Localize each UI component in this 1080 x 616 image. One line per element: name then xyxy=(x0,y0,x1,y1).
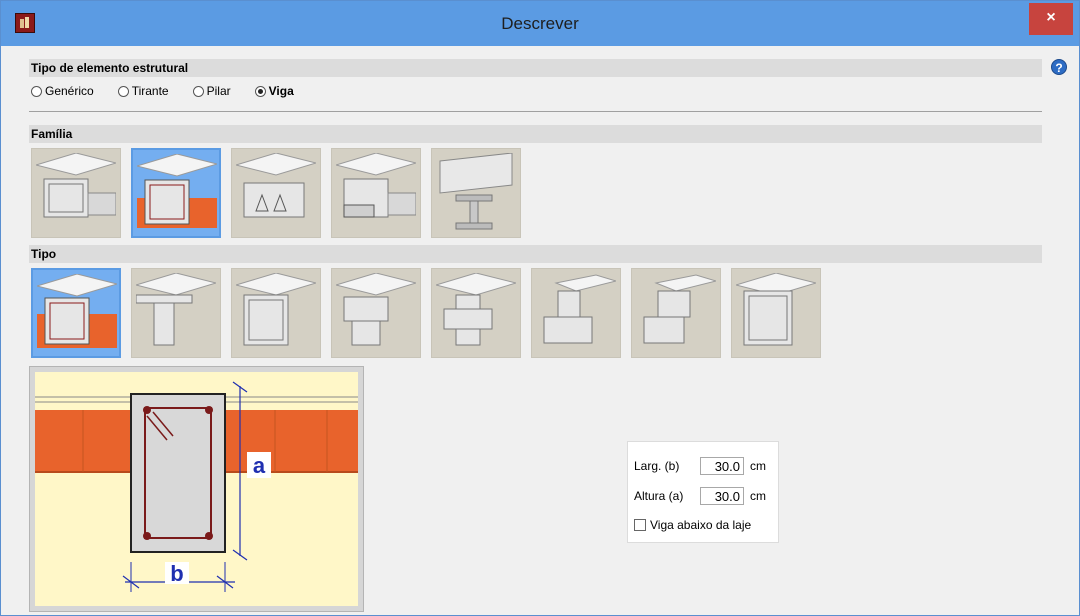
type-l-right-button[interactable] xyxy=(631,268,721,358)
family-prestressed-beam-button[interactable] xyxy=(231,148,321,238)
radio-label: Tirante xyxy=(131,84,169,98)
radio-circle[interactable] xyxy=(192,85,204,97)
width-row: Larg. (b) cm xyxy=(634,456,766,476)
family-header: Família xyxy=(29,125,1042,143)
height-unit: cm xyxy=(750,489,766,503)
type-t-section-button[interactable] xyxy=(131,268,221,358)
type-l-left-button[interactable] xyxy=(531,268,621,358)
radio-circle[interactable] xyxy=(117,85,129,97)
dimension-b-label: b xyxy=(170,561,183,586)
close-button[interactable]: × xyxy=(1029,3,1073,35)
width-unit: cm xyxy=(750,459,766,473)
dimensions-panel: Larg. (b) cm Altura (a) cm Viga abaixo d… xyxy=(627,441,779,543)
dialog-window: Descrever × ? Tipo de elemento estrutura… xyxy=(0,0,1080,616)
width-input[interactable] xyxy=(700,457,744,475)
family-steel-beam-button[interactable] xyxy=(431,148,521,238)
width-label: Larg. (b) xyxy=(634,459,680,473)
family-reinforced-beam-button[interactable] xyxy=(131,148,221,238)
title-bar[interactable]: Descrever × xyxy=(1,1,1079,46)
radio-viga[interactable]: Viga xyxy=(254,84,294,98)
element-type-radios: Genérico Tirante Pilar Viga xyxy=(31,81,294,101)
height-input[interactable] xyxy=(700,487,744,505)
divider xyxy=(29,111,1042,112)
radio-pilar[interactable]: Pilar xyxy=(192,84,231,98)
element-type-header: Tipo de elemento estrutural xyxy=(29,59,1042,77)
radio-tirante[interactable]: Tirante xyxy=(117,84,169,98)
window-title: Descrever xyxy=(501,14,579,33)
radio-label: Pilar xyxy=(206,84,231,98)
type-cross-button[interactable] xyxy=(431,268,521,358)
height-row: Altura (a) cm xyxy=(634,486,766,506)
radio-circle[interactable] xyxy=(31,85,42,97)
type-inverted-button[interactable] xyxy=(731,268,821,358)
radio-circle[interactable] xyxy=(254,85,266,97)
section-preview: a b xyxy=(29,366,364,612)
type-rectangular-button[interactable] xyxy=(31,268,121,358)
type-header: Tipo xyxy=(29,245,1042,263)
height-label: Altura (a) xyxy=(634,489,684,503)
family-connector-beam-button[interactable] xyxy=(331,148,421,238)
radio-label: Viga xyxy=(268,84,294,98)
radio-label: Genérico xyxy=(45,84,94,98)
radio-generico[interactable]: Genérico xyxy=(31,84,94,98)
help-icon[interactable]: ? xyxy=(1051,59,1067,75)
type-double-t-button[interactable] xyxy=(331,268,421,358)
type-box-button[interactable] xyxy=(231,268,321,358)
below-slab-label: Viga abaixo da laje xyxy=(650,518,752,532)
dimension-a-label: a xyxy=(253,453,266,478)
family-rectangular-beam-button[interactable] xyxy=(31,148,121,238)
checkbox-box[interactable] xyxy=(634,519,646,531)
below-slab-checkbox[interactable]: Viga abaixo da laje xyxy=(634,518,751,532)
